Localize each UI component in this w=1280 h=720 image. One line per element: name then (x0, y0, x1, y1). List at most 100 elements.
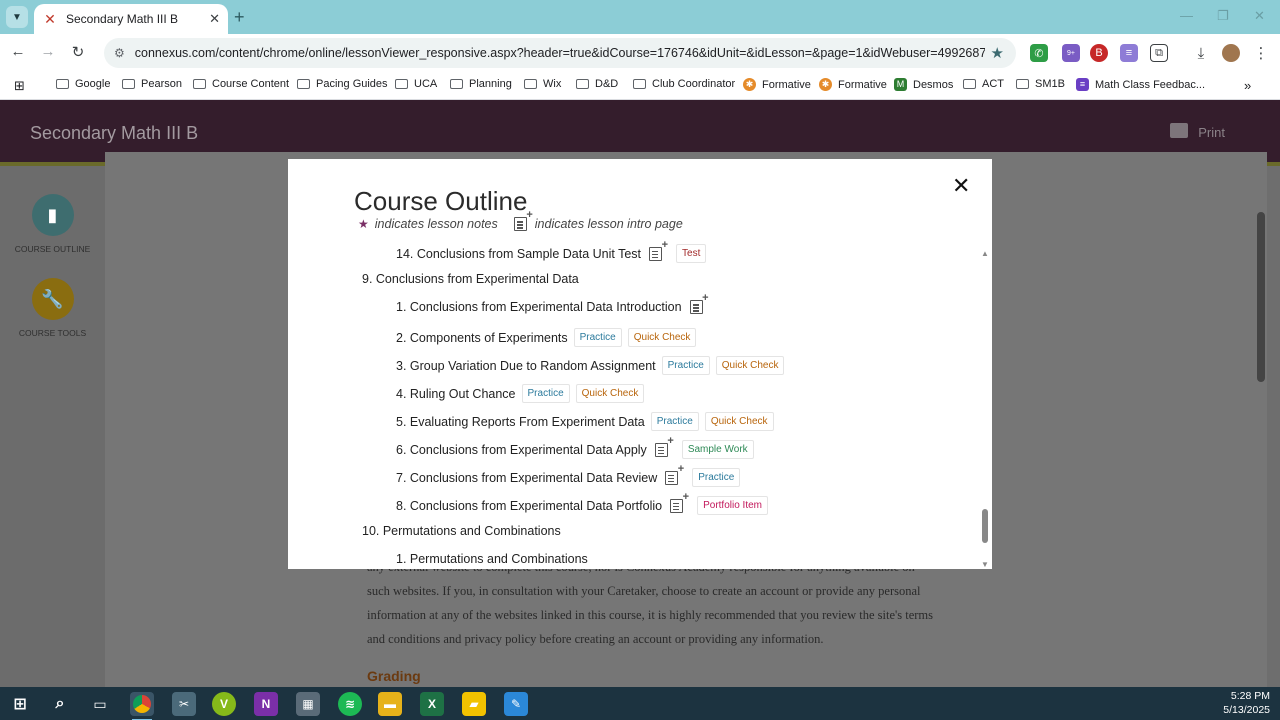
outline-lesson-item[interactable]: 8. Conclusions from Experimental Data Po… (396, 491, 769, 515)
minimize-icon[interactable]: — (1180, 8, 1193, 23)
activity-badge-quick[interactable]: Quick Check (627, 328, 697, 347)
notes-extension-icon[interactable]: ≡ (1120, 44, 1138, 62)
excel-icon[interactable]: X (420, 692, 444, 716)
activity-badge-test[interactable]: Test (676, 244, 707, 263)
sticky-notes-icon[interactable]: ▰ (462, 692, 486, 716)
activity-badge-quick[interactable]: Quick Check (715, 356, 785, 375)
activity-badge-quick[interactable]: Quick Check (704, 412, 774, 431)
course-outline-button[interactable]: ▮ COURSE OUTLINE (0, 194, 105, 254)
intro-page-icon[interactable] (654, 435, 674, 457)
print-button[interactable]: Print (1198, 125, 1225, 140)
profile-avatar[interactable] (1222, 44, 1240, 62)
more-bookmarks-icon[interactable]: » (1244, 78, 1251, 93)
whiteboard-icon[interactable]: ✎ (504, 692, 528, 716)
extensions-puzzle-icon[interactable]: ⧉ (1150, 44, 1168, 62)
activity-badge-practice[interactable]: Practice (661, 356, 710, 375)
body-line: and conditions and privacy policy before… (367, 632, 824, 646)
activity-badge-practice[interactable]: Practice (650, 412, 699, 431)
onenote-icon[interactable]: N (254, 692, 278, 716)
star-icon: ★ (358, 217, 369, 231)
outline-lesson-item[interactable]: 2. Components of Experiments Practice Quic… (396, 328, 697, 347)
tab-search-icon[interactable]: ▼ (6, 6, 28, 28)
activity-badge-quick[interactable]: Quick Check (575, 384, 645, 403)
page-scroll-thumb[interactable] (1257, 212, 1265, 382)
outline-lesson-item[interactable]: 3. Group Variation Due to Random Assignm… (396, 356, 785, 375)
bookmark-club-coordinator[interactable]: Club Coordinator (633, 78, 735, 90)
search-icon[interactable]: ⌕ (48, 692, 72, 716)
course-tools-button[interactable]: 🔧 COURSE TOOLS (0, 278, 105, 338)
apps-grid-icon[interactable]: ⊞ (14, 78, 25, 94)
reload-icon[interactable]: ↻ (68, 43, 88, 61)
download-icon[interactable]: ⤓ (1192, 44, 1210, 62)
chrome-taskbar-icon[interactable] (130, 692, 154, 720)
page-scrollbar[interactable] (1255, 200, 1267, 680)
clock-date: 5/13/2025 (1223, 704, 1270, 716)
scroll-down-icon[interactable]: ▼ (981, 560, 989, 569)
calculator-icon[interactable]: ▦ (296, 692, 320, 716)
bookmark-pearson[interactable]: Pearson (122, 78, 182, 90)
activity-badge-practice[interactable]: Practice (521, 384, 570, 403)
snipping-tool-icon[interactable]: ✂ (172, 692, 196, 716)
outline-item-label: 6. Conclusions from Experimental Data Ap… (396, 442, 647, 457)
bookmark-pacing-guides[interactable]: Pacing Guides (297, 78, 388, 90)
address-bar[interactable]: ⚙ connexus.com/content/chrome/online/les… (104, 38, 1016, 68)
bookmark-star-icon[interactable]: ★ (991, 44, 1004, 62)
bookmark-wix[interactable]: Wix (524, 78, 561, 90)
browser-tabstrip: ▼ ✕ Secondary Math III B ✕ + — ❐ ✕ (0, 0, 1280, 34)
bookmark-desmos[interactable]: M Desmos (894, 78, 953, 91)
spotify-icon[interactable]: ≋ (338, 692, 362, 716)
tab-close-icon[interactable]: ✕ (209, 11, 220, 27)
bookmark-google[interactable]: Google (56, 78, 110, 90)
browser-tab-active[interactable]: ✕ Secondary Math III B ✕ (34, 4, 228, 34)
scroll-up-icon[interactable]: ▲ (981, 249, 989, 258)
extension-badge-icon[interactable]: 9+ (1062, 44, 1080, 62)
activity-badge-practice[interactable]: Practice (692, 468, 741, 487)
forward-icon[interactable]: → (38, 43, 58, 60)
phone-extension-icon[interactable]: ✆ (1030, 44, 1048, 62)
intro-page-icon[interactable] (649, 241, 668, 261)
bookmark-dnd[interactable]: D&D (576, 78, 618, 90)
outline-lesson-item[interactable]: 6. Conclusions from Experimental Data Ap… (396, 435, 754, 459)
outline-lesson-item[interactable]: 7. Conclusions from Experimental Data Re… (396, 463, 741, 487)
bookmark-act[interactable]: ACT (963, 78, 1004, 90)
outline-lesson-item[interactable]: 1. Conclusions from Experimental Data In… (396, 292, 711, 314)
site-info-icon[interactable]: ⚙ (114, 46, 125, 60)
modal-scrollbar[interactable]: ▲ ▼ (980, 249, 990, 569)
bookmark-course-content[interactable]: Course Content (193, 78, 289, 90)
close-icon[interactable]: ✕ (952, 173, 970, 199)
outline-lesson-item[interactable]: 14. Conclusions from Sample Data Unit Te… (396, 241, 707, 263)
intro-page-icon[interactable] (670, 491, 689, 513)
modal-scroll-thumb[interactable] (982, 509, 988, 543)
outline-lesson-item[interactable]: 5. Evaluating Reports From Experiment Da… (396, 412, 774, 431)
outline-lesson-item[interactable]: 1. Permutations and Combinations (396, 552, 588, 566)
extension-badge-count: 9+ (1067, 49, 1075, 57)
window-close-icon[interactable]: ✕ (1254, 8, 1265, 24)
record-extension-icon[interactable]: B (1090, 44, 1108, 62)
outline-unit-item[interactable]: 9. Conclusions from Experimental Data (362, 272, 579, 286)
outline-unit-item[interactable]: 10. Permutations and Combinations (362, 524, 561, 538)
new-tab-icon[interactable]: + (234, 7, 245, 28)
intro-page-icon[interactable] (689, 292, 709, 314)
bookmark-math-class-feedback[interactable]: ≡ Math Class Feedbac... (1076, 78, 1205, 91)
bookmark-planning[interactable]: Planning (450, 78, 512, 90)
bookmark-uca[interactable]: UCA (395, 78, 437, 90)
bookmark-sm1b[interactable]: SM1B (1016, 78, 1065, 90)
maximize-icon[interactable]: ❐ (1217, 8, 1229, 24)
activity-badge-practice[interactable]: Practice (573, 328, 622, 347)
system-clock[interactable]: 5:28 PM 5/13/2025 (1223, 689, 1270, 717)
activity-badge-sample[interactable]: Sample Work (681, 440, 754, 459)
folder-icon (122, 79, 135, 89)
bookmark-formative-2[interactable]: ✱ Formative (819, 78, 887, 91)
activity-badge-portfolio[interactable]: Portfolio Item (697, 496, 769, 515)
windows-start-icon[interactable]: ⊞ (8, 692, 32, 716)
browser-menu-icon[interactable]: ⋮ (1252, 44, 1270, 62)
intro-page-icon[interactable] (665, 463, 684, 485)
back-icon[interactable]: ← (8, 43, 28, 60)
printer-icon[interactable] (1170, 123, 1188, 138)
vivaldi-icon[interactable]: V (212, 692, 236, 716)
bookmark-formative-1[interactable]: ✱ Formative (743, 78, 811, 91)
outline-lesson-item[interactable]: 4. Ruling Out Chance Practice Quick Check (396, 384, 645, 403)
task-view-icon[interactable]: ▭ (88, 692, 112, 716)
folder-icon (1016, 79, 1029, 89)
file-explorer-icon[interactable]: ▬ (378, 692, 402, 716)
